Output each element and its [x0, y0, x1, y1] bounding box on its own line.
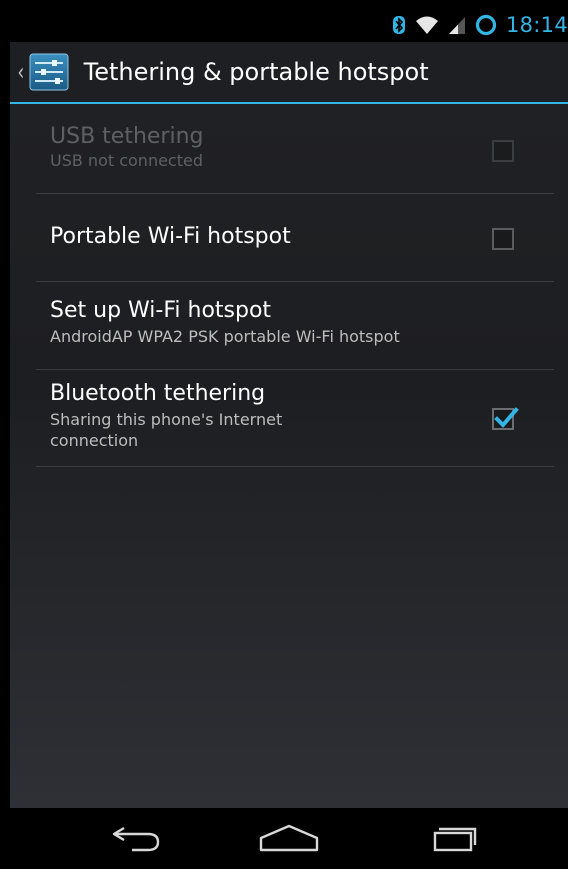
list-item-summary: AndroidAP WPA2 PSK portable Wi-Fi hotspo…	[50, 327, 400, 346]
list-item-texts: Set up Wi-Fi hotspot AndroidAP WPA2 PSK …	[50, 298, 554, 347]
list-item-usb-tethering[interactable]: USB tethering USB not connected	[36, 104, 554, 194]
settings-icon	[29, 53, 69, 91]
list-item-setup-wifi-hotspot[interactable]: Set up Wi-Fi hotspot AndroidAP WPA2 PSK …	[36, 282, 554, 370]
bluetooth-tethering-checkbox[interactable]	[492, 407, 519, 430]
list-item-texts: USB tethering USB not connected	[50, 124, 484, 171]
navigation-bar	[10, 808, 568, 869]
back-icon	[112, 826, 160, 852]
settings-content: USB tethering USB not connected Portable…	[10, 104, 568, 808]
list-item-title: Bluetooth tethering	[50, 381, 266, 406]
preference-list: USB tethering USB not connected Portable…	[36, 104, 554, 467]
recent-apps-button[interactable]	[415, 818, 495, 858]
list-item-title: USB tethering	[50, 124, 204, 149]
status-bar: 18:14	[10, 8, 568, 42]
usb-tethering-checkbox[interactable]	[492, 140, 514, 162]
caret-left-icon: ‹	[17, 58, 25, 86]
action-bar: ‹ Tethering & portable hotspot	[10, 42, 568, 104]
list-item-title: Set up Wi-Fi hotspot	[50, 298, 272, 323]
list-item-title: Portable Wi-Fi hotspot	[50, 224, 291, 249]
list-item-texts: Portable Wi-Fi hotspot	[50, 224, 484, 249]
home-icon	[259, 824, 319, 852]
battery-icon	[475, 14, 497, 36]
phone-screen: 18:14 ‹ Tethering & portable hotspot USB…	[0, 0, 568, 869]
list-item-summary: Sharing this phone's Internet connection	[50, 410, 283, 450]
bluetooth-icon	[392, 16, 405, 34]
signal-icon	[448, 17, 465, 34]
checkmark-icon	[494, 407, 519, 428]
page-title: Tethering & portable hotspot	[83, 58, 429, 86]
portable-wifi-hotspot-checkbox[interactable]	[492, 228, 514, 250]
list-item-bluetooth-tethering[interactable]: Bluetooth tethering Sharing this phone's…	[36, 370, 554, 467]
recent-apps-icon	[433, 827, 477, 852]
list-item-portable-wifi-hotspot[interactable]: Portable Wi-Fi hotspot	[36, 194, 554, 282]
home-button[interactable]	[249, 818, 329, 858]
list-item-texts: Bluetooth tethering Sharing this phone's…	[50, 381, 344, 451]
back-button[interactable]	[98, 818, 178, 858]
wifi-icon	[415, 16, 438, 34]
up-navigation-button[interactable]: ‹	[10, 42, 80, 102]
list-item-summary: USB not connected	[50, 151, 203, 170]
status-clock: 18:14	[505, 13, 568, 37]
